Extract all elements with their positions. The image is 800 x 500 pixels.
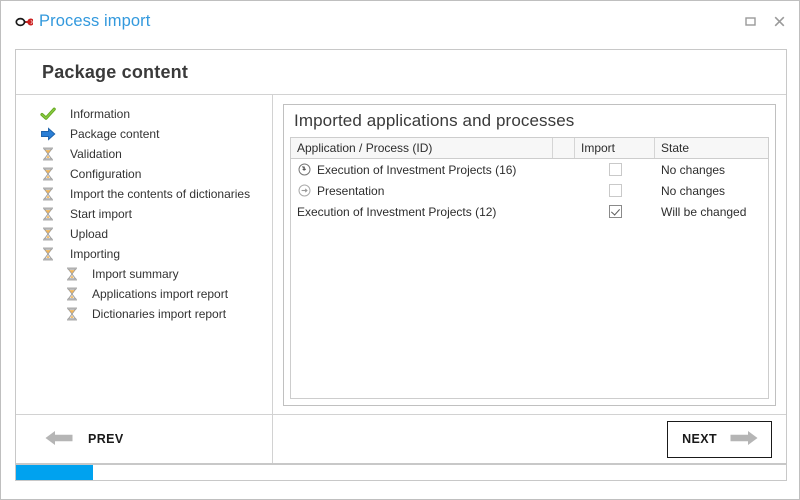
prev-button[interactable]: PREV: [44, 428, 124, 451]
cell-blank: [553, 180, 575, 201]
column-header-blank: [553, 138, 575, 158]
hourglass-icon: [40, 206, 56, 222]
table-row[interactable]: Execution of Investment Projects (12) Wi…: [291, 201, 768, 222]
sidebar-item-label: Information: [70, 107, 131, 121]
footer-left: PREV: [16, 415, 273, 463]
row-label: Execution of Investment Projects (12): [297, 204, 497, 219]
cell-name: Execution of Investment Projects (16): [291, 159, 553, 180]
cell-import[interactable]: [575, 159, 655, 180]
cell-state: Will be changed: [661, 204, 747, 219]
import-checkbox[interactable]: [608, 163, 622, 176]
wizard-steps-sidebar: Information Package content Validation C…: [16, 95, 273, 416]
imported-items-panel: Imported applications and processes Appl…: [283, 104, 776, 406]
sidebar-item-information[interactable]: Information: [16, 104, 272, 124]
cell-import[interactable]: [575, 201, 655, 222]
window-title: Process import: [39, 12, 151, 30]
sidebar-item-label: Import the contents of dictionaries: [70, 187, 251, 201]
page-title: Package content: [42, 61, 189, 82]
close-button[interactable]: [772, 14, 787, 29]
cell-name: Execution of Investment Projects (12): [291, 201, 553, 222]
cell-import[interactable]: [575, 180, 655, 201]
sidebar-item-import-summary[interactable]: Import summary: [16, 264, 272, 284]
window-controls: [743, 14, 787, 29]
hourglass-icon: [64, 286, 80, 302]
table-body: Execution of Investment Projects (16) No…: [291, 159, 768, 398]
link-chain-icon: [15, 13, 33, 31]
wizard-panel: Package content Information Package cont…: [15, 49, 787, 464]
check-icon: [40, 106, 56, 122]
import-checkbox[interactable]: [608, 184, 622, 197]
hourglass-icon: [64, 306, 80, 322]
sidebar-item-configuration[interactable]: Configuration: [16, 164, 272, 184]
hourglass-icon: [40, 186, 56, 202]
cell-blank: [553, 201, 575, 222]
imported-items-table: Application / Process (ID) Import State: [290, 137, 769, 399]
panel-header: Package content: [16, 50, 786, 95]
hourglass-icon: [40, 246, 56, 262]
cell-name: Presentation: [291, 180, 553, 201]
title-bar: Process import: [1, 1, 799, 42]
hourglass-icon: [64, 266, 80, 282]
main-column: Imported applications and processes Appl…: [273, 95, 786, 416]
hourglass-icon: [40, 226, 56, 242]
panel-body: Information Package content Validation C…: [16, 95, 786, 416]
row-label: Execution of Investment Projects (16): [317, 162, 517, 177]
table-header-row: Application / Process (ID) Import State: [291, 138, 768, 159]
sidebar-item-dictionaries-import-report[interactable]: Dictionaries import report: [16, 304, 272, 324]
cell-blank: [553, 159, 575, 180]
sidebar-item-import-dictionaries[interactable]: Import the contents of dictionaries: [16, 184, 272, 204]
application-window: Process import Package content Informati…: [0, 0, 800, 500]
sidebar-item-label: Dictionaries import report: [92, 307, 227, 321]
sidebar-item-label: Upload: [70, 227, 109, 241]
sidebar-item-upload[interactable]: Upload: [16, 224, 272, 244]
wizard-footer: PREV NEXT: [16, 414, 786, 463]
row-label: Presentation: [317, 183, 385, 198]
circle-arrow-down-icon[interactable]: [297, 163, 311, 177]
hourglass-icon: [40, 166, 56, 182]
progress-bar-fill: [16, 465, 93, 480]
sidebar-item-label: Validation: [70, 147, 122, 161]
arrow-left-icon: [44, 428, 74, 451]
sidebar-item-label: Package content: [70, 127, 160, 141]
cell-state: No changes: [661, 183, 726, 198]
next-button[interactable]: NEXT: [667, 420, 772, 458]
prev-label: PREV: [88, 432, 124, 446]
sidebar-item-applications-import-report[interactable]: Applications import report: [16, 284, 272, 304]
column-header-import: Import: [575, 138, 655, 158]
maximize-button[interactable]: [743, 14, 758, 29]
hourglass-icon: [40, 146, 56, 162]
section-heading: Imported applications and processes: [294, 111, 575, 130]
cell-state: No changes: [661, 162, 726, 177]
progress-bar: [15, 464, 787, 481]
arrow-icon: [40, 126, 56, 142]
column-header-state: State: [661, 141, 690, 155]
sidebar-item-validation[interactable]: Validation: [16, 144, 272, 164]
import-checkbox[interactable]: [608, 205, 622, 218]
footer-right: NEXT: [273, 415, 786, 463]
sidebar-item-label: Applications import report: [92, 287, 229, 301]
sidebar-item-label: Configuration: [70, 167, 142, 181]
arrow-right-icon: [729, 428, 759, 451]
sidebar-item-package-content[interactable]: Package content: [16, 124, 272, 144]
sidebar-item-importing[interactable]: Importing: [16, 244, 272, 264]
sidebar-item-label: Start import: [70, 207, 133, 221]
sidebar-item-label: Import summary: [92, 267, 179, 281]
sidebar-item-label: Importing: [70, 247, 121, 261]
table-row[interactable]: Presentation No changes: [291, 180, 768, 201]
sidebar-item-start-import[interactable]: Start import: [16, 204, 272, 224]
next-label: NEXT: [682, 432, 717, 446]
column-header-name: Application / Process (ID): [291, 138, 553, 158]
circle-arrow-right-icon[interactable]: [297, 184, 311, 198]
table-row[interactable]: Execution of Investment Projects (16) No…: [291, 159, 768, 180]
